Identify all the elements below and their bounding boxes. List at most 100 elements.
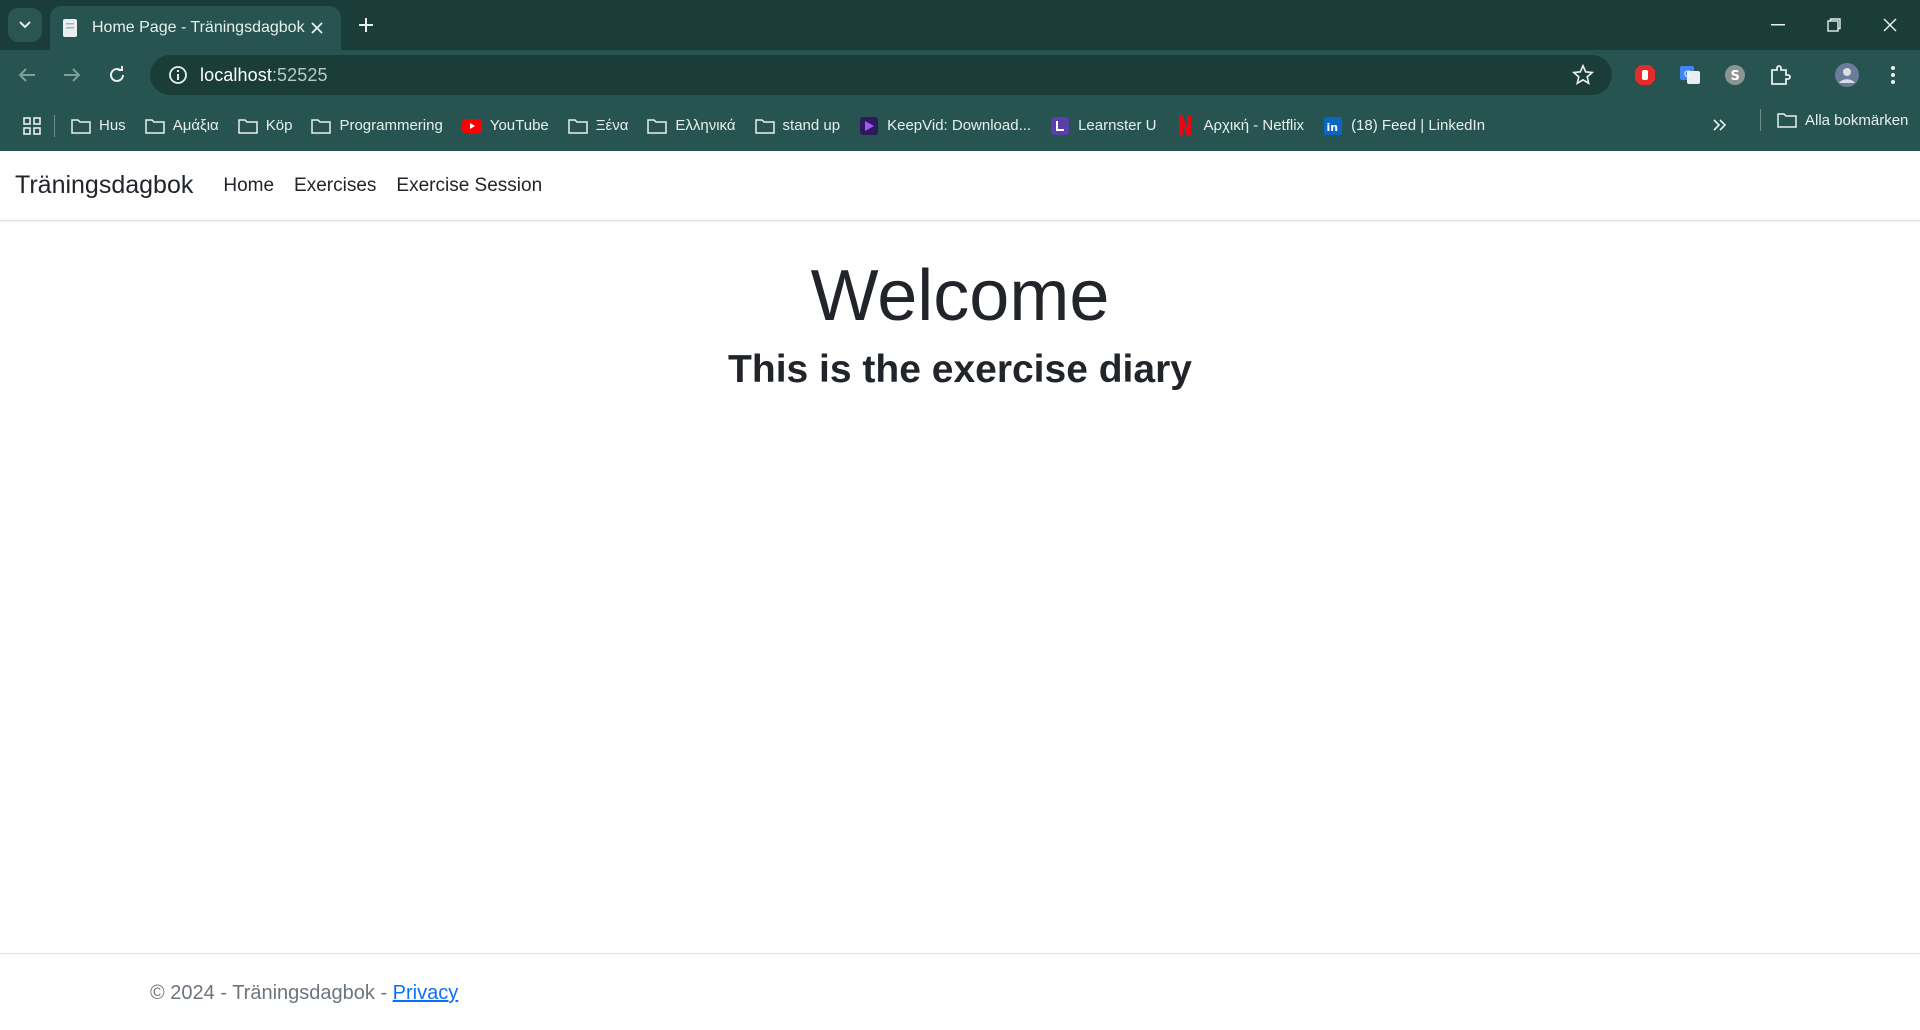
bookmark-ellinika[interactable]: Ελληνικά	[639, 110, 743, 142]
more-bookmarks-button[interactable]	[1705, 110, 1735, 140]
browser-menu-button[interactable]	[1880, 62, 1906, 88]
new-tab-button[interactable]	[351, 10, 381, 40]
all-bookmarks-label: Alla bokmärken	[1805, 111, 1909, 129]
nav-link-exercise-session[interactable]: Exercise Session	[396, 175, 542, 197]
linkedin-icon: in	[1323, 116, 1343, 135]
bookmark-label: Learnster U	[1078, 117, 1157, 134]
nav-link-home[interactable]: Home	[223, 175, 274, 197]
bookmark-label: Hus	[99, 117, 126, 134]
reload-icon	[110, 66, 124, 82]
chevron-down-icon	[19, 21, 31, 29]
bookmark-star-icon[interactable]	[1572, 64, 1594, 86]
bookmark-label: YouTube	[489, 117, 549, 134]
youtube-icon	[461, 117, 482, 135]
keepvid-icon	[859, 116, 879, 135]
web-page: Träningsdagbok Home Exercises Exercise S…	[0, 151, 1920, 1030]
arrow-left-icon	[18, 68, 35, 82]
bookmark-amaxia[interactable]: Αμάξια	[137, 110, 227, 142]
folder-icon	[237, 117, 258, 135]
bookmarks-divider	[1760, 109, 1761, 131]
arrow-right-icon	[64, 68, 81, 82]
apps-grid-icon	[23, 116, 41, 135]
bookmark-xena[interactable]: Ξένα	[560, 110, 637, 142]
bookmark-netflix[interactable]: Αρχική - Netflix	[1167, 110, 1312, 142]
bookmark-label: (18) Feed | LinkedIn	[1351, 117, 1486, 134]
site-navbar: Träningsdagbok Home Exercises Exercise S…	[0, 151, 1920, 221]
hand-stop-icon	[1635, 65, 1655, 85]
tab-title: Home Page - Träningsdagbok	[92, 19, 305, 36]
bookmark-kop[interactable]: Köp	[230, 110, 301, 142]
bookmark-label: stand up	[782, 117, 841, 134]
adblock-extension-icon[interactable]	[1632, 62, 1658, 88]
folder-icon	[71, 117, 91, 135]
chevron-double-right-icon	[1713, 119, 1727, 131]
bookmark-label: Αρχική - Netflix	[1203, 117, 1305, 134]
back-button[interactable]	[10, 58, 44, 92]
copyright-text: © 2024 - Träningsdagbok -	[150, 982, 393, 1004]
bookmark-keepvid[interactable]: KeepVid: Download...	[851, 110, 1039, 142]
extensions-button[interactable]	[1767, 62, 1793, 88]
browser-titlebar: Home Page - Träningsdagbok	[0, 0, 1920, 50]
folder-icon	[754, 117, 775, 135]
welcome-heading: Welcome	[810, 256, 1110, 336]
restore-button[interactable]	[1806, 0, 1862, 50]
folder-icon	[311, 117, 332, 135]
close-window-button[interactable]	[1862, 0, 1918, 50]
minimize-button[interactable]	[1750, 0, 1806, 50]
reload-button[interactable]	[100, 58, 134, 92]
bookmark-label: Programmering	[339, 117, 443, 134]
privacy-link[interactable]: Privacy	[393, 982, 459, 1004]
bookmark-learnster[interactable]: Learnster U	[1042, 110, 1164, 142]
profile-avatar[interactable]	[1834, 62, 1860, 88]
restore-icon	[1827, 18, 1841, 32]
tab-search-button[interactable]	[8, 8, 42, 42]
bookmarks-bar: Hus Αμάξια Köp Programmering YouTube Ξέν…	[0, 100, 1920, 151]
tab-close-button[interactable]	[305, 16, 329, 40]
apps-button[interactable]	[0, 116, 46, 135]
nav-link-exercises[interactable]: Exercises	[294, 175, 376, 197]
folder-icon	[568, 117, 588, 135]
url-text: localhost:52525	[200, 64, 328, 85]
bookmark-label: KeepVid: Download...	[887, 117, 1032, 134]
bookmark-youtube[interactable]: YouTube	[454, 110, 557, 142]
netflix-icon	[1175, 115, 1195, 136]
svg-text:S: S	[1731, 69, 1740, 84]
svg-text:in: in	[1327, 121, 1339, 134]
plus-icon	[359, 18, 373, 32]
page-icon	[63, 19, 77, 37]
s-extension-icon[interactable]: S	[1722, 62, 1748, 88]
bookmark-label: Köp	[265, 117, 293, 134]
close-icon	[311, 22, 323, 34]
bookmark-label: Ξένα	[595, 117, 629, 134]
bookmark-hus[interactable]: Hus	[63, 110, 134, 142]
site-info-button[interactable]	[156, 65, 200, 85]
puzzle-icon	[1771, 65, 1791, 85]
learnster-icon	[1050, 116, 1070, 135]
folder-icon	[144, 117, 165, 135]
google-translate-icon: G	[1680, 66, 1700, 84]
bookmarks-divider	[54, 114, 55, 137]
bookmark-label: Αμάξια	[172, 117, 219, 134]
all-bookmarks-button[interactable]: Alla bokmärken	[1760, 109, 1908, 131]
more-vertical-icon	[1891, 66, 1895, 84]
translate-extension-icon[interactable]: G	[1677, 62, 1703, 88]
subtitle-heading: This is the exercise diary	[728, 348, 1192, 391]
bookmark-stand-up[interactable]: stand up	[747, 110, 849, 142]
minimize-icon	[1771, 24, 1785, 26]
avatar-icon	[1835, 63, 1859, 87]
forward-button[interactable]	[55, 58, 89, 92]
s-logo-icon: S	[1725, 65, 1745, 85]
svg-text:G: G	[1684, 70, 1691, 80]
close-icon	[1883, 18, 1897, 32]
site-brand-link[interactable]: Träningsdagbok	[15, 171, 193, 200]
main-content: Welcome This is the exercise diary	[0, 251, 1920, 395]
bookmark-label: Ελληνικά	[675, 117, 736, 134]
address-bar[interactable]: localhost:52525	[150, 55, 1612, 95]
folder-icon	[1777, 112, 1797, 128]
bookmark-linkedin[interactable]: in (18) Feed | LinkedIn	[1315, 110, 1493, 142]
browser-toolbar: localhost:52525 G S	[0, 50, 1920, 100]
active-tab[interactable]: Home Page - Träningsdagbok	[50, 6, 341, 50]
folder-icon	[647, 117, 668, 135]
info-icon	[169, 66, 187, 84]
bookmark-programmering[interactable]: Programmering	[303, 110, 450, 142]
